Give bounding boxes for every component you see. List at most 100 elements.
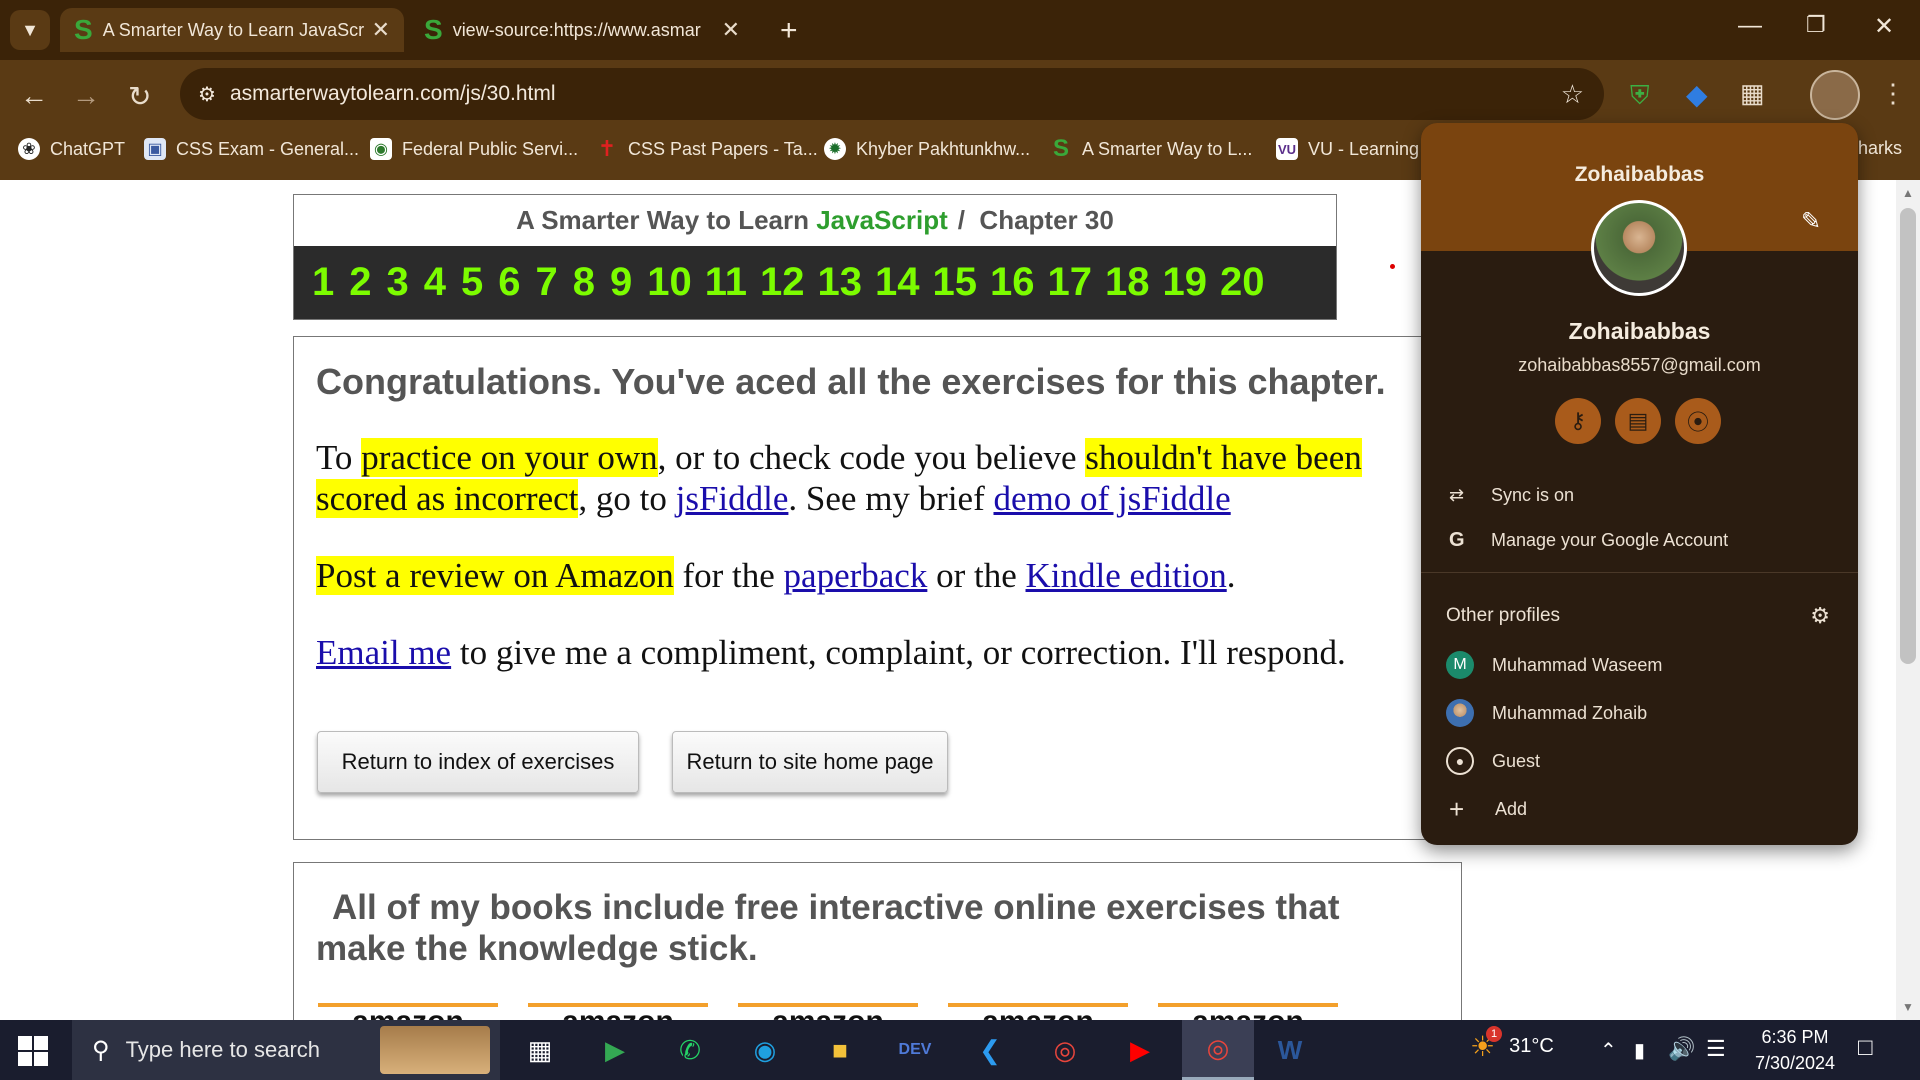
- chapter-link-11[interactable]: 11: [705, 260, 747, 305]
- profile-photo: [1591, 200, 1687, 296]
- scroll-down-arrow-icon[interactable]: ▼: [1902, 1000, 1914, 1014]
- profile-name: Zohaibabbas: [1568, 318, 1711, 344]
- restore-button[interactable]: ❐: [1806, 12, 1826, 38]
- chapter-link-10[interactable]: 10: [647, 260, 692, 305]
- bookmark-css-exam[interactable]: ▣ CSS Exam - General...: [144, 138, 359, 160]
- addresses-button[interactable]: ⦿: [1675, 398, 1721, 444]
- close-window-button[interactable]: ✕: [1874, 12, 1894, 41]
- bookmark-truncated[interactable]: harks: [1858, 138, 1902, 159]
- chrome-icon[interactable]: ◎: [1045, 1030, 1085, 1070]
- start-button[interactable]: [18, 1036, 48, 1066]
- chapter-link-17[interactable]: 17: [1048, 260, 1093, 305]
- avatar-m-icon: M: [1446, 651, 1474, 679]
- wifi-icon[interactable]: ☰: [1706, 1036, 1726, 1062]
- edge-icon[interactable]: ◉: [745, 1030, 785, 1070]
- battery-icon[interactable]: ▮: [1634, 1038, 1645, 1063]
- tab-view-source[interactable]: S view-source:https://www.asmar ✕: [410, 8, 754, 52]
- chapter-link-19[interactable]: 19: [1163, 260, 1208, 305]
- chapter-link-20[interactable]: 20: [1220, 260, 1265, 305]
- scroll-up-arrow-icon[interactable]: ▲: [1902, 186, 1914, 200]
- chapter-link-16[interactable]: 16: [990, 260, 1035, 305]
- payment-button[interactable]: ▤: [1615, 398, 1661, 444]
- minimize-button[interactable]: —: [1738, 12, 1762, 40]
- extensions-puzzle-icon[interactable]: ▦: [1740, 78, 1765, 109]
- review-paragraph: Post a review on Amazon for the paperbac…: [316, 556, 1236, 595]
- scrollbar-thumb[interactable]: [1900, 208, 1916, 664]
- chapter-link-7[interactable]: 7: [536, 260, 558, 305]
- email-me-link[interactable]: Email me: [316, 633, 451, 672]
- taskbar-search-box[interactable]: ⚲ Type here to search: [72, 1020, 500, 1080]
- chapter-link-2[interactable]: 2: [349, 260, 371, 305]
- bookmark-smarter-way[interactable]: S A Smarter Way to L...: [1050, 135, 1252, 162]
- volume-icon[interactable]: 🔊: [1668, 1036, 1695, 1062]
- jsfiddle-link[interactable]: jsFiddle: [676, 479, 789, 518]
- bookmark-star-icon[interactable]: ☆: [1561, 79, 1584, 110]
- chapter-link-14[interactable]: 14: [875, 260, 920, 305]
- chapter-link-13[interactable]: 13: [818, 260, 863, 305]
- chapter-link-6[interactable]: 6: [498, 260, 520, 305]
- back-arrow-icon[interactable]: ←: [20, 80, 48, 112]
- edit-pencil-icon[interactable]: ✎: [1801, 207, 1821, 236]
- chapter-header: A Smarter Way to Learn JavaScript / Chap…: [293, 194, 1337, 320]
- manage-account-row[interactable]: G Manage your Google Account: [1421, 522, 1858, 558]
- add-profile-row[interactable]: + Add: [1421, 789, 1858, 829]
- profile-item-zohaib[interactable]: Muhammad Zohaib: [1421, 693, 1858, 733]
- forward-arrow-icon[interactable]: →: [72, 80, 100, 112]
- address-bar[interactable]: ⚙ asmarterwaytolearn.com/js/30.html ☆: [180, 68, 1604, 120]
- diamond-extension-icon[interactable]: ◆: [1686, 78, 1708, 111]
- new-tab-button[interactable]: +: [780, 14, 798, 48]
- profile-avatar-button[interactable]: [1810, 70, 1860, 120]
- bookmark-kpk[interactable]: ✹ Khyber Pakhtunkhw...: [824, 138, 1030, 160]
- play-store-icon[interactable]: ▶: [595, 1030, 635, 1070]
- weather-widget[interactable]: ☀ 1 31°C: [1470, 1026, 1554, 1063]
- chapter-link-8[interactable]: 8: [573, 260, 595, 305]
- site-info-icon[interactable]: ⚙: [198, 82, 216, 107]
- clock[interactable]: 6:36 PM 7/30/2024: [1740, 1024, 1850, 1076]
- chapter-link-4[interactable]: 4: [424, 260, 446, 305]
- close-tab-icon[interactable]: ✕: [372, 17, 390, 43]
- chapter-link-18[interactable]: 18: [1105, 260, 1150, 305]
- more-menu-icon[interactable]: ⋮: [1880, 78, 1906, 109]
- profile-item-waseem[interactable]: M Muhammad Waseem: [1421, 645, 1858, 685]
- sync-row[interactable]: ⇄ Sync is on: [1421, 477, 1858, 513]
- bookmark-css-past-papers[interactable]: ✝ CSS Past Papers - Ta...: [596, 136, 818, 161]
- youtube-icon[interactable]: ▶: [1120, 1030, 1160, 1070]
- tab-active[interactable]: S A Smarter Way to Learn JavaScr ✕: [60, 8, 404, 52]
- file-explorer-icon[interactable]: ■: [820, 1030, 860, 1070]
- close-tab-icon[interactable]: ✕: [722, 17, 740, 43]
- chapter-link-5[interactable]: 5: [461, 260, 483, 305]
- bookmark-chatgpt[interactable]: ❀ ChatGPT: [18, 138, 125, 160]
- passwords-button[interactable]: ⚷: [1555, 398, 1601, 444]
- chrome-profile-active[interactable]: ◎: [1182, 1020, 1254, 1080]
- jsfiddle-demo-link[interactable]: demo of jsFiddle: [993, 479, 1230, 518]
- devcpp-icon[interactable]: DEV: [895, 1030, 935, 1070]
- profile-item-guest[interactable]: ● Guest: [1421, 741, 1858, 781]
- email-paragraph: Email me to give me a compliment, compla…: [316, 633, 1346, 672]
- task-view-icon[interactable]: ▦: [520, 1030, 560, 1070]
- paperback-link[interactable]: paperback: [784, 556, 928, 595]
- notifications-icon[interactable]: □: [1858, 1034, 1873, 1062]
- chapter-link-15[interactable]: 15: [933, 260, 978, 305]
- kindle-edition-link[interactable]: Kindle edition: [1026, 556, 1227, 595]
- gear-icon[interactable]: ⚙: [1810, 603, 1830, 629]
- hidden-icons-chevron-icon[interactable]: ⌃: [1600, 1038, 1617, 1063]
- whatsapp-icon[interactable]: ✆: [670, 1030, 710, 1070]
- reload-icon[interactable]: ↻: [128, 80, 151, 113]
- chapter-link-1[interactable]: 1: [312, 260, 334, 305]
- books-heading: All of my books include free interactive…: [316, 888, 1340, 968]
- books-box: All of my books include free interactive…: [293, 862, 1462, 1020]
- return-home-button[interactable]: Return to site home page: [672, 731, 948, 793]
- chapter-link-9[interactable]: 9: [610, 260, 632, 305]
- bookmark-vu[interactable]: VU VU - Learning: [1276, 138, 1419, 160]
- page-scrollbar[interactable]: ▲ ▼: [1896, 180, 1920, 1020]
- exercise-result-box: Congratulations. You've aced all the exe…: [293, 336, 1435, 840]
- chapter-link-3[interactable]: 3: [387, 260, 409, 305]
- vscode-icon[interactable]: ❮: [970, 1030, 1010, 1070]
- tab-search-button[interactable]: ▼: [10, 10, 50, 50]
- avatar-photo-icon: [1446, 699, 1474, 727]
- word-icon[interactable]: W: [1270, 1030, 1310, 1070]
- chapter-link-12[interactable]: 12: [760, 260, 805, 305]
- return-index-button[interactable]: Return to index of exercises: [317, 731, 639, 793]
- shield-extension-icon[interactable]: ⛨: [1630, 80, 1650, 112]
- bookmark-fpsc[interactable]: ◉ Federal Public Servi...: [370, 138, 578, 160]
